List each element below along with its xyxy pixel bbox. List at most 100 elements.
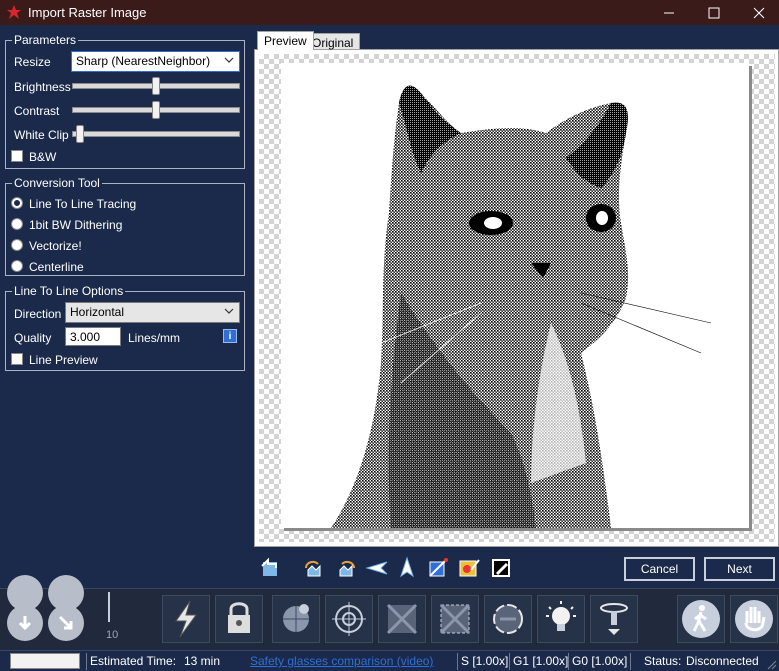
rotary-icon <box>493 604 523 634</box>
light-bulb-icon <box>546 601 576 631</box>
info-icon[interactable]: i <box>223 329 237 343</box>
lock-icon <box>228 602 250 633</box>
white-clip-slider[interactable] <box>72 131 240 137</box>
radio-line-to-line[interactable] <box>11 197 23 209</box>
arrow-down-right-icon <box>58 615 73 630</box>
globe-button[interactable] <box>272 595 320 643</box>
arrow-down-icon <box>18 616 32 631</box>
status-value: Disconnected <box>686 654 759 668</box>
separator <box>568 653 569 670</box>
title-bar: Import Raster Image <box>0 0 779 25</box>
jog-scale-label: 10 <box>106 629 119 641</box>
walk-button[interactable] <box>677 595 725 643</box>
target-button[interactable] <box>325 595 373 643</box>
target-icon <box>332 602 366 636</box>
next-button[interactable]: Next <box>704 557 775 581</box>
radio-dithering[interactable] <box>11 218 23 230</box>
direction-select[interactable]: Horizontal <box>65 302 240 323</box>
rotate-right-icon[interactable] <box>334 556 358 580</box>
jog-up-left-button[interactable] <box>7 575 43 611</box>
contrast-label: Contrast <box>14 104 60 118</box>
jog-distance-slider[interactable] <box>108 592 114 622</box>
direction-value: Horizontal <box>70 305 125 319</box>
g0-override: G0 [1.00x] <box>572 654 628 668</box>
tab-preview[interactable]: Preview <box>257 31 314 50</box>
separator <box>86 653 87 670</box>
radio-centerline[interactable] <box>11 260 23 272</box>
option-line-to-line: Line To Line Tracing <box>29 197 137 211</box>
line-preview-checkbox[interactable] <box>11 353 23 365</box>
frame-button[interactable] <box>378 595 426 643</box>
resize-value: Sharp (NearestNeighbor) <box>76 54 211 68</box>
globe-icon <box>283 604 309 632</box>
chevron-down-icon <box>224 308 234 314</box>
rotary-button[interactable] <box>484 595 532 643</box>
app-icon <box>7 5 21 19</box>
quality-label: Quality <box>14 331 52 345</box>
safety-video-link[interactable]: Safety glasses comparison (video) <box>250 654 433 668</box>
quality-unit: Lines/mm <box>128 331 181 345</box>
chevron-down-icon <box>224 57 234 63</box>
frame-dashed-icon <box>439 603 471 635</box>
rotate-left-icon[interactable] <box>302 556 326 580</box>
status-bar: Estimated Time: 13 min Safety glasses co… <box>0 650 779 671</box>
minimize-icon <box>663 12 674 13</box>
separator <box>509 653 510 670</box>
maximize-button[interactable] <box>691 0 736 25</box>
invert-icon[interactable] <box>489 556 513 580</box>
reset-icon[interactable] <box>258 556 282 580</box>
fire-icon <box>175 600 197 638</box>
progress-bar <box>10 653 80 669</box>
close-icon <box>753 7 764 18</box>
conversion-title: Conversion Tool <box>12 176 102 190</box>
cancel-button[interactable]: Cancel <box>624 557 695 581</box>
white-clip-label: White Clip <box>14 128 69 142</box>
flip-vertical-icon[interactable] <box>395 556 419 580</box>
resize-grip-icon[interactable] <box>767 660 777 670</box>
resize-select[interactable]: Sharp (NearestNeighbor) <box>71 51 240 72</box>
bw-checkbox[interactable] <box>11 150 23 162</box>
parameters-title: Parameters <box>12 33 79 47</box>
stop-button[interactable] <box>730 595 778 643</box>
radio-vectorize[interactable] <box>11 239 23 251</box>
white-clip-thumb[interactable] <box>76 125 84 143</box>
maximize-icon <box>708 7 719 18</box>
direction-label: Direction <box>14 307 62 321</box>
brightness-label: Brightness <box>14 80 71 94</box>
light-bulb-button[interactable] <box>537 595 585 643</box>
minimize-button[interactable] <box>646 0 691 25</box>
resize-label: Resize <box>14 55 51 69</box>
color-icon[interactable] <box>457 556 481 580</box>
bw-label: B&W <box>29 150 57 164</box>
speed-override: S [1.00x] <box>461 654 509 668</box>
separator <box>630 653 631 670</box>
option-dithering: 1bit BW Dithering <box>29 218 123 232</box>
fire-button[interactable] <box>162 595 210 643</box>
close-button[interactable] <box>736 0 779 25</box>
focus-button[interactable] <box>590 595 638 643</box>
lock-button[interactable] <box>215 595 263 643</box>
estimated-time-label: Estimated Time: <box>90 654 177 668</box>
option-vectorize: Vectorize! <box>29 239 82 253</box>
brightness-thumb[interactable] <box>152 77 160 95</box>
quality-input[interactable]: 3.000 <box>65 327 121 346</box>
line-preview-label: Line Preview <box>29 353 98 367</box>
estimated-time-value: 13 min <box>184 654 221 668</box>
crop-icon[interactable] <box>426 556 450 580</box>
separator <box>457 653 458 670</box>
g1-override: G1 [1.00x] <box>513 654 569 668</box>
line-options-title: Line To Line Options <box>12 284 126 298</box>
jog-up-button[interactable] <box>48 575 84 611</box>
frame-icon <box>386 603 418 635</box>
flip-horizontal-icon[interactable] <box>365 556 389 580</box>
option-centerline: Centerline <box>29 260 84 274</box>
status-label: Status: <box>644 654 682 668</box>
window-title: Import Raster Image <box>28 5 147 20</box>
contrast-thumb[interactable] <box>152 101 160 119</box>
walking-person-icon <box>682 600 720 638</box>
preview-canvas <box>281 63 749 528</box>
focus-icon <box>600 603 628 635</box>
cat-image <box>331 85 712 528</box>
frame-dashed-button[interactable] <box>431 595 479 643</box>
stop-hand-icon <box>735 600 773 638</box>
